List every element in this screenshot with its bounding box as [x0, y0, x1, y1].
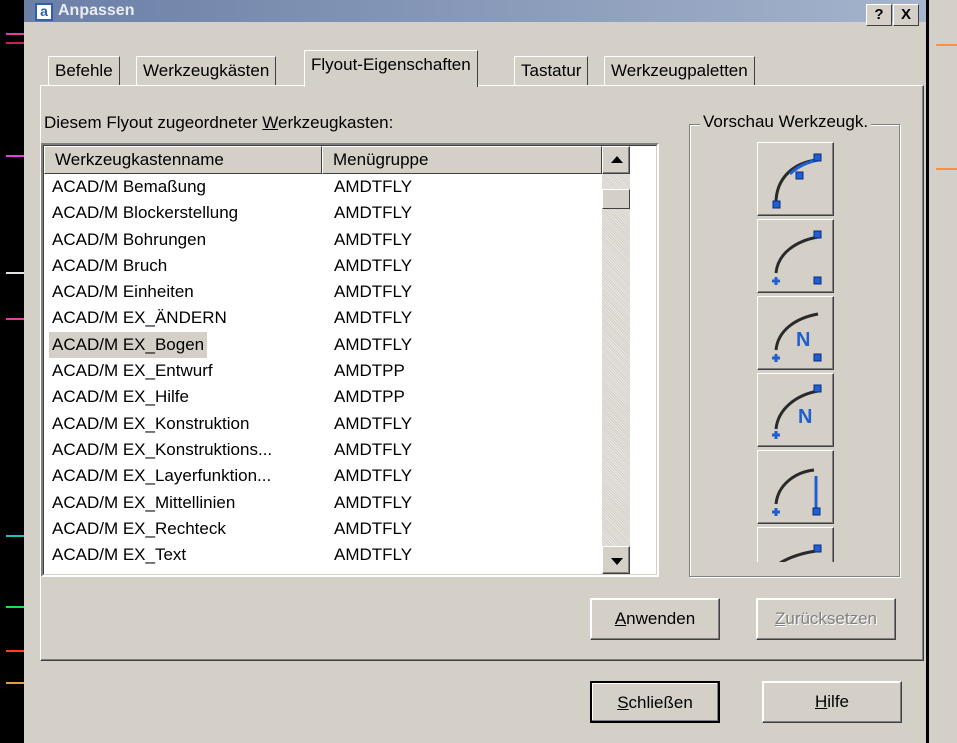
column-header-menugroup[interactable]: Menügruppe [322, 146, 602, 174]
toolbar-name-cell: ACAD/M EX_Entwurf [52, 361, 213, 381]
strip-marker [6, 535, 24, 537]
menugroup-cell: AMDTFLY [334, 308, 413, 328]
strip-marker [6, 33, 24, 35]
toolbar-name-cell: ACAD/M EX_ÄNDERN [52, 308, 227, 328]
close-button[interactable]: Schließen [590, 681, 720, 723]
menugroup-cell: AMDTFLY [334, 492, 413, 512]
background-app-strip-right [929, 0, 957, 743]
list-rows: ACAD/M Bemaßung AMDTFLY ACAD/M Blockerstel… [44, 174, 604, 568]
list-row[interactable]: ACAD/M EX_Mittellinien AMDTFLY [44, 490, 604, 516]
toolbar-name-cell: ACAD/M Bruch [52, 255, 168, 275]
toolbar-name-cell: ACAD/M EX_Rechteck [52, 518, 226, 538]
tab-befehle[interactable]: Befehle [48, 56, 120, 86]
toolbar-name-cell: ACAD/M EX_Text [52, 545, 187, 565]
strip-marker [6, 42, 24, 44]
menugroup-cell: AMDTFLY [334, 203, 413, 223]
title-bar[interactable]: a Anpassen ? X [24, 0, 926, 26]
toolbar-name-cell: ACAD/M Bohrungen [52, 229, 207, 249]
tab-tastatur[interactable]: Tastatur [514, 56, 589, 86]
scroll-up-button[interactable] [602, 146, 630, 174]
up-arrow-icon [611, 156, 623, 163]
menugroup-cell: AMDTPP [334, 387, 405, 407]
preview-tool-button[interactable] [757, 527, 834, 562]
preview-tool-button[interactable] [757, 142, 834, 216]
preview-tool-button[interactable] [757, 450, 834, 524]
scroll-down-button[interactable] [602, 546, 630, 574]
strip-marker [6, 682, 24, 684]
list-row[interactable]: ACAD/M Blockerstellung AMDTFLY [44, 200, 604, 226]
list-row[interactable]: ACAD/M Bohrungen AMDTFLY [44, 227, 604, 253]
strip-marker [6, 155, 24, 157]
tab-flyout-eigenschaften[interactable]: Flyout-Eigenschaften [304, 50, 478, 87]
menugroup-cell: AMDTFLY [334, 466, 413, 486]
menugroup-cell: AMDTPP [334, 361, 405, 381]
list-row[interactable]: ACAD/M EX_Bogen AMDTFLY [44, 331, 604, 358]
down-arrow-icon [611, 558, 623, 565]
toolbar-name-cell: ACAD/M EX_Konstruktion [52, 413, 250, 433]
toolbar-name-cell: ACAD/M Blockerstellung [52, 203, 239, 223]
arc-n-icon: N [772, 312, 822, 362]
toolbar-name-cell: ACAD/M EX_Hilfe [52, 387, 189, 407]
list-row[interactable]: ACAD/M EX_Konstruktions... AMDTFLY [44, 437, 604, 463]
menugroup-cell: AMDTFLY [334, 413, 413, 433]
tab-werkzeugkaesten[interactable]: Werkzeugkästen [136, 56, 277, 86]
menugroup-cell: AMDTFLY [334, 229, 413, 249]
menugroup-cell: AMDTFLY [334, 177, 413, 196]
strip-marker [6, 272, 24, 274]
list-row[interactable]: ACAD/M Bruch AMDTFLY [44, 253, 604, 279]
arc-line-icon [772, 468, 821, 516]
apply-button[interactable]: Anwenden [590, 598, 720, 640]
help-button[interactable]: Hilfe [762, 681, 902, 723]
help-title-button[interactable]: ? [866, 4, 892, 26]
strip-marker [6, 318, 24, 320]
list-row[interactable]: ACAD/M EX_Konstruktion AMDTFLY [44, 411, 604, 437]
preview-tool-button[interactable]: N [757, 296, 834, 370]
close-title-button[interactable]: X [893, 4, 919, 26]
menugroup-cell: AMDTFLY [334, 439, 413, 459]
menugroup-cell: AMDTFLY [334, 282, 413, 302]
toolbar-name-cell: ACAD/M Einheiten [52, 282, 194, 302]
column-header-name[interactable]: Werkzeugkastenname [44, 146, 322, 174]
preview-tool-button[interactable]: N [757, 373, 834, 447]
list-row[interactable]: ACAD/M EX_Entwurf AMDTPP [44, 358, 604, 384]
strip-marker [936, 168, 957, 170]
svg-text:N: N [798, 406, 812, 428]
toolbar-name-cell: ACAD/M Bemaßung [52, 177, 206, 196]
list-row[interactable]: ACAD/M EX_Layerfunktion... AMDTFLY [44, 463, 604, 489]
list-row[interactable]: ACAD/M EX_ÄNDERN AMDTFLY [44, 305, 604, 331]
list-row[interactable]: ACAD/M EX_Hilfe AMDTPP [44, 384, 604, 410]
strip-marker [6, 650, 24, 652]
menugroup-cell: AMDTFLY [334, 545, 413, 565]
toolbar-name-cell: ACAD/M EX_Bogen [49, 331, 208, 358]
menugroup-cell: AMDTFLY [334, 255, 413, 275]
list-row[interactable]: ACAD/M EX_Text AMDTFLY [44, 542, 604, 568]
menugroup-cell: AMDTFLY [334, 518, 413, 538]
toolbar-listview[interactable]: Werkzeugkastenname Menügruppe ACAD/M Bem… [41, 143, 659, 577]
strip-marker [936, 44, 957, 46]
window-title: Anpassen [58, 2, 135, 19]
toolbar-name-cell: ACAD/M EX_Layerfunktion... [52, 466, 272, 486]
svg-text:N: N [796, 329, 810, 351]
toolbar-name-cell: ACAD/M EX_Konstruktions... [52, 439, 273, 459]
list-row[interactable]: ACAD/M Einheiten AMDTFLY [44, 279, 604, 305]
toolbar-name-cell: ACAD/M EX_Mittellinien [52, 492, 236, 512]
strip-marker [6, 606, 24, 608]
menugroup-cell: AMDTFLY [334, 334, 413, 354]
arc-start-center-end-icon [772, 230, 822, 285]
preview-title: Vorschau Werkzeugk. [700, 112, 872, 132]
background-app-strip-left [0, 0, 24, 743]
list-row[interactable]: ACAD/M EX_Rechteck AMDTFLY [44, 516, 604, 542]
arc-n-icon-2: N [772, 384, 822, 439]
vertical-scrollbar[interactable] [602, 146, 630, 574]
arc-partial-icon [779, 544, 822, 562]
reset-button[interactable]: Zurücksetzen [756, 598, 896, 640]
toolbar-list-label: Diesem Flyout zugeordneter Werkzeugkaste… [44, 113, 394, 132]
app-icon: a [35, 3, 53, 21]
tab-werkzeugpaletten[interactable]: Werkzeugpaletten [604, 56, 755, 86]
preview-toolbar: NN [757, 142, 834, 562]
list-row[interactable]: ACAD/M Bemaßung AMDTFLY [44, 174, 604, 200]
scroll-thumb[interactable] [602, 189, 630, 209]
arc-3point-icon [772, 153, 822, 209]
preview-tool-button[interactable] [757, 219, 834, 293]
